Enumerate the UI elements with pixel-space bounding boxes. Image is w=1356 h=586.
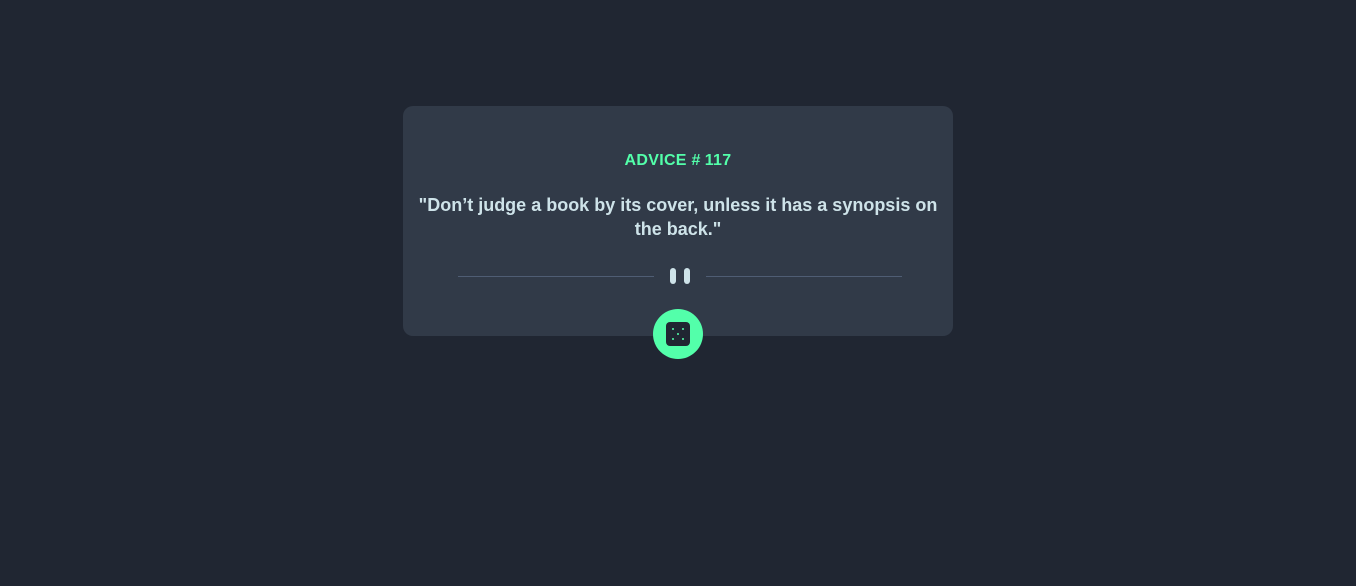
- dice-icon: [666, 322, 690, 346]
- advice-id-heading: ADVICE #117: [403, 152, 953, 170]
- divider: [458, 268, 902, 284]
- advice-card: ADVICE #117 "Don’t judge a book by its c…: [403, 106, 953, 336]
- new-advice-button[interactable]: [653, 309, 703, 359]
- advice-quote: "Don’t judge a book by its cover, unless…: [418, 195, 938, 239]
- pause-icon: [669, 268, 691, 284]
- divider-line-right: [706, 276, 902, 277]
- divider-line-left: [458, 276, 654, 277]
- advice-number: 117: [704, 152, 732, 169]
- advice-label: ADVICE #: [624, 152, 701, 169]
